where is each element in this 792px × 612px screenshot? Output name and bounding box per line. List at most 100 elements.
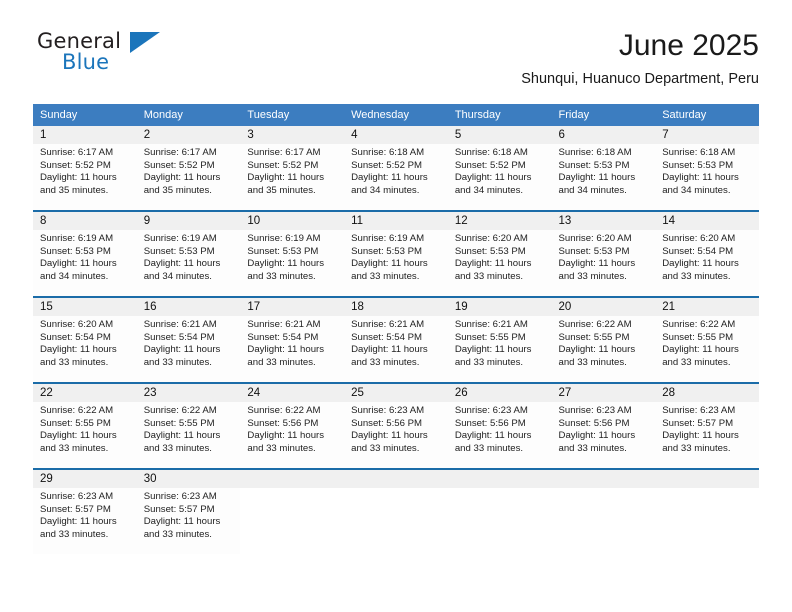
calendar-page: General Blue June 2025 Shunqui, Huanuco …	[0, 0, 792, 612]
day-cell[interactable]: Sunrise: 6:21 AM Sunset: 5:54 PM Daylight:…	[344, 316, 448, 382]
day-cell[interactable]: Sunrise: 6:23 AM Sunset: 5:56 PM Daylight:…	[447, 402, 552, 468]
daylight-text-line1: Daylight: 11 hours	[454, 258, 532, 270]
day-number[interactable]: 28	[655, 384, 759, 402]
sunrise-text: Sunrise: 6:18 AM	[351, 147, 425, 158]
brand-name-blue: Blue	[62, 50, 110, 74]
daylight-text-line1: Daylight: 11 hours	[143, 258, 221, 270]
day-cell[interactable]: Sunrise: 6:18 AM Sunset: 5:53 PM Daylight:…	[551, 144, 656, 210]
day-number-row: 1234567	[33, 126, 759, 144]
sunset-text: Sunset: 5:56 PM	[247, 417, 319, 429]
sunset-text: Sunset: 5:55 PM	[454, 331, 526, 343]
day-cell[interactable]: Sunrise: 6:22 AM Sunset: 5:55 PM Daylight:…	[33, 402, 137, 468]
daylight-text-line2: and 34 minutes.	[662, 184, 731, 196]
day-number[interactable]: 24	[240, 384, 345, 402]
day-number[interactable]: 19	[447, 298, 552, 316]
day-cell[interactable]: Sunrise: 6:20 AM Sunset: 5:53 PM Daylight:…	[447, 230, 552, 296]
day-cell[interactable]: Sunrise: 6:22 AM Sunset: 5:55 PM Daylight:…	[655, 316, 759, 382]
day-number[interactable]: 17	[240, 298, 345, 316]
sunset-text: Sunset: 5:56 PM	[558, 417, 630, 429]
day-number[interactable]: 15	[33, 298, 137, 316]
day-number[interactable]: 2	[136, 126, 241, 144]
sunrise-text: Sunrise: 6:22 AM	[247, 405, 321, 416]
triangle-icon	[130, 32, 160, 53]
day-cell[interactable]: Sunrise: 6:23 AM Sunset: 5:57 PM Daylight:…	[655, 402, 759, 468]
day-cell[interactable]: Sunrise: 6:17 AM Sunset: 5:52 PM Daylight:…	[33, 144, 137, 210]
day-cell[interactable]: Sunrise: 6:19 AM Sunset: 5:53 PM Daylight:…	[33, 230, 137, 296]
day-number[interactable]: 27	[551, 384, 656, 402]
sunset-text: Sunset: 5:57 PM	[40, 503, 111, 515]
day-cell[interactable]: Sunrise: 6:17 AM Sunset: 5:52 PM Daylight:…	[240, 144, 345, 210]
day-number[interactable]: 11	[344, 212, 448, 230]
day-number[interactable]: 30	[136, 470, 241, 488]
day-number[interactable]: 8	[33, 212, 137, 230]
sunrise-text: Sunrise: 6:19 AM	[247, 233, 321, 244]
daylight-text-line1: Daylight: 11 hours	[143, 430, 221, 442]
daylight-text-line1: Daylight: 11 hours	[247, 344, 325, 356]
day-number[interactable]: 9	[136, 212, 241, 230]
daylight-text-line1: Daylight: 11 hours	[40, 430, 117, 442]
day-cell[interactable]: Sunrise: 6:19 AM Sunset: 5:53 PM Daylight:…	[344, 230, 448, 296]
sunset-text: Sunset: 5:53 PM	[662, 159, 734, 171]
sunset-text: Sunset: 5:52 PM	[247, 159, 319, 171]
sunset-text: Sunset: 5:52 PM	[143, 159, 215, 171]
day-cell[interactable]: Sunrise: 6:23 AM Sunset: 5:57 PM Daylight:…	[136, 488, 241, 554]
day-number[interactable]: 3	[240, 126, 345, 144]
day-cell[interactable]: Sunrise: 6:21 AM Sunset: 5:55 PM Daylight:…	[447, 316, 552, 382]
sunrise-text: Sunrise: 6:23 AM	[143, 491, 217, 502]
day-number[interactable]: 21	[655, 298, 759, 316]
day-number[interactable]: 23	[136, 384, 241, 402]
daylight-text-line1: Daylight: 11 hours	[558, 172, 636, 184]
sunrise-text: Sunrise: 6:22 AM	[662, 319, 736, 330]
daylight-text-line1: Daylight: 11 hours	[454, 172, 532, 184]
day-number[interactable]: 6	[551, 126, 656, 144]
day-cell[interactable]: Sunrise: 6:23 AM Sunset: 5:57 PM Daylight:…	[33, 488, 137, 554]
day-cell[interactable]: Sunrise: 6:20 AM Sunset: 5:54 PM Daylight:…	[655, 230, 759, 296]
day-number[interactable]: 4	[344, 126, 448, 144]
day-number[interactable]: 20	[551, 298, 656, 316]
day-number[interactable]: 10	[240, 212, 345, 230]
day-number[interactable]: 18	[344, 298, 448, 316]
day-cell[interactable]: Sunrise: 6:23 AM Sunset: 5:56 PM Daylight:…	[344, 402, 448, 468]
sunrise-text: Sunrise: 6:23 AM	[558, 405, 632, 416]
day-cell[interactable]: Sunrise: 6:20 AM Sunset: 5:53 PM Daylight:…	[551, 230, 656, 296]
day-cell[interactable]: Sunrise: 6:21 AM Sunset: 5:54 PM Daylight:…	[136, 316, 241, 382]
sunrise-text: Sunrise: 6:22 AM	[558, 319, 632, 330]
day-cell[interactable]: Sunrise: 6:18 AM Sunset: 5:53 PM Daylight:…	[655, 144, 759, 210]
day-number[interactable]: 22	[33, 384, 137, 402]
daylight-text-line2: and 33 minutes.	[662, 356, 731, 368]
day-number[interactable]: 5	[447, 126, 552, 144]
day-cell[interactable]: Sunrise: 6:22 AM Sunset: 5:56 PM Daylight:…	[240, 402, 345, 468]
day-cell[interactable]: Sunrise: 6:23 AM Sunset: 5:56 PM Daylight:…	[551, 402, 656, 468]
sunset-text: Sunset: 5:56 PM	[454, 417, 526, 429]
day-cell[interactable]: Sunrise: 6:20 AM Sunset: 5:54 PM Daylight:…	[33, 316, 137, 382]
sunset-text: Sunset: 5:53 PM	[454, 245, 526, 257]
day-cell[interactable]: Sunrise: 6:22 AM Sunset: 5:55 PM Daylight:…	[551, 316, 656, 382]
daylight-text-line1: Daylight: 11 hours	[40, 258, 117, 270]
day-cell[interactable]: Sunrise: 6:18 AM Sunset: 5:52 PM Daylight:…	[447, 144, 552, 210]
day-number[interactable]: 14	[655, 212, 759, 230]
day-number[interactable]: 25	[344, 384, 448, 402]
day-cell[interactable]: Sunrise: 6:22 AM Sunset: 5:55 PM Daylight:…	[136, 402, 241, 468]
day-cell[interactable]: Sunrise: 6:21 AM Sunset: 5:54 PM Daylight:…	[240, 316, 345, 382]
sunset-text: Sunset: 5:54 PM	[40, 331, 111, 343]
day-number[interactable]: 13	[551, 212, 656, 230]
day-cell-empty	[655, 488, 759, 554]
daylight-text-line2: and 33 minutes.	[454, 356, 524, 368]
day-cell[interactable]: Sunrise: 6:19 AM Sunset: 5:53 PM Daylight:…	[136, 230, 241, 296]
day-cell[interactable]: Sunrise: 6:17 AM Sunset: 5:52 PM Daylight:…	[136, 144, 241, 210]
day-number[interactable]: 7	[655, 126, 759, 144]
day-number[interactable]: 1	[33, 126, 137, 144]
day-number[interactable]: 16	[136, 298, 241, 316]
day-cell[interactable]: Sunrise: 6:18 AM Sunset: 5:52 PM Daylight:…	[344, 144, 448, 210]
sunset-text: Sunset: 5:53 PM	[143, 245, 215, 257]
day-number[interactable]: 12	[447, 212, 552, 230]
daylight-text-line1: Daylight: 11 hours	[662, 430, 739, 442]
daylight-text-line2: and 33 minutes.	[40, 356, 109, 368]
day-number[interactable]: 26	[447, 384, 552, 402]
day-number[interactable]: 29	[33, 470, 137, 488]
day-cell[interactable]: Sunrise: 6:19 AM Sunset: 5:53 PM Daylight:…	[240, 230, 345, 296]
daylight-text-line2: and 33 minutes.	[558, 442, 627, 454]
daylight-text-line2: and 33 minutes.	[454, 442, 524, 454]
brand-logo[interactable]: General Blue	[33, 28, 263, 90]
day-number-empty	[655, 470, 759, 488]
